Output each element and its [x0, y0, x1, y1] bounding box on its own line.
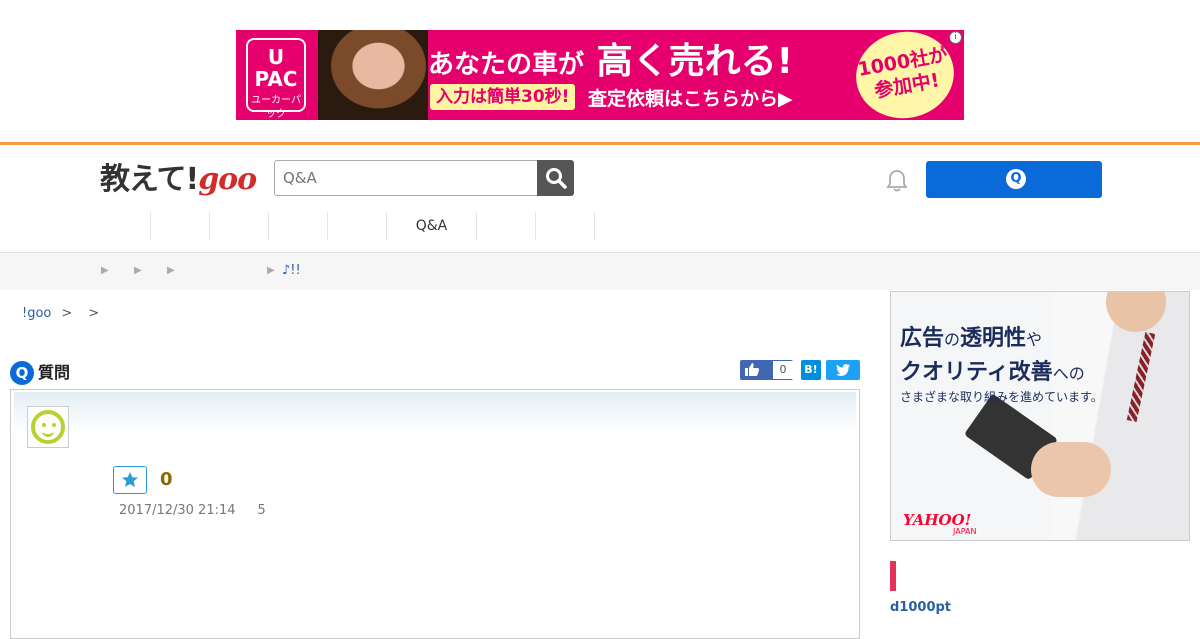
- ad-model-photo: [318, 30, 428, 120]
- favorite-count: 0: [160, 469, 173, 490]
- ad-brand-logo: U PAC ユーカーパック: [246, 38, 306, 120]
- subcategory-bar: ▶ ▶ ▶ ▶ ♪!!: [0, 252, 1200, 290]
- like-count: 0: [773, 361, 793, 379]
- search-input[interactable]: [274, 160, 538, 196]
- chevron-right-icon: ▶: [101, 265, 109, 276]
- ad-line1: 広告の透明性や: [900, 324, 1042, 355]
- question-meta: 2017/12/30 21:14 5: [119, 502, 266, 520]
- ad-line3: さまざまな取り組みを進めています。: [900, 390, 1103, 404]
- question-badge-icon: Q: [10, 361, 34, 385]
- ad-line1-c: 透明性: [960, 326, 1027, 351]
- top-ad-area: U PAC ユーカーパック あなたの車が 高く売れる! 入力は簡単30秒! 査定…: [0, 0, 1200, 142]
- facebook-like-button[interactable]: 0: [740, 360, 793, 380]
- logo-goo: goo: [198, 162, 257, 197]
- thumbs-up-icon: [745, 363, 759, 376]
- question-card-header: [14, 392, 856, 434]
- ad-line2-a: クオリティ改善: [900, 360, 1053, 385]
- sidebar-points-link[interactable]: d1000pt: [890, 599, 951, 617]
- hatena-bookmark-button[interactable]: B!: [801, 360, 821, 380]
- breadcrumb-home-link[interactable]: !goo: [22, 306, 51, 321]
- question-card: 0 2017/12/30 21:14 5: [10, 389, 860, 639]
- breadcrumb: !goo > >: [22, 305, 109, 323]
- question-q-icon: Q: [1006, 169, 1026, 189]
- ad-logo-line3: ユーカーパック: [251, 95, 301, 120]
- ad-hand-image: [1031, 442, 1111, 497]
- ad-headline: あなたの車が 高く売れる!: [428, 40, 793, 87]
- sidebar-ad[interactable]: 広告の透明性や クオリティ改善への さまざまな取り組みを進めています。 YAHO…: [890, 291, 1190, 541]
- ad-headline-main: 高く売れる!: [596, 41, 793, 82]
- ad-brand-logo: YAHOO! JAPAN: [903, 512, 976, 536]
- chevron-right-icon: ▶: [167, 265, 175, 276]
- nav-item-1[interactable]: [92, 212, 151, 240]
- smiley-avatar-icon: [31, 410, 65, 444]
- ad-line1-d: や: [1026, 330, 1043, 349]
- ad-logo-line2: PAC: [254, 67, 298, 91]
- ad-headline-prefix: あなたの車が: [428, 50, 585, 80]
- view-count: 5: [257, 503, 266, 518]
- search-icon: [546, 168, 567, 189]
- ad-line1-b: の: [944, 330, 961, 349]
- ad-subtext: 査定依頼はこちらから▶: [588, 88, 793, 110]
- category-nav: Q&A: [92, 212, 595, 242]
- nav-item-2[interactable]: [151, 212, 210, 240]
- breadcrumb-separator: >: [61, 306, 73, 321]
- ad-line2-b: への: [1052, 364, 1085, 383]
- ask-question-button[interactable]: Q: [926, 161, 1102, 198]
- notification-bell-icon[interactable]: [886, 169, 908, 197]
- ad-person-image: [1051, 292, 1189, 540]
- nav-item-4[interactable]: [269, 212, 328, 240]
- subcategory-link[interactable]: ♪!!: [282, 262, 301, 280]
- chevron-right-icon: ▶: [267, 265, 275, 276]
- logo-text: 教えて!: [100, 162, 199, 197]
- twitter-bird-icon: [836, 364, 850, 376]
- nav-item-7[interactable]: [477, 212, 536, 240]
- sidebar-section-marker: [890, 561, 896, 591]
- breadcrumb-separator: >: [88, 306, 100, 321]
- ad-badge: 入力は簡単30秒!: [430, 84, 576, 110]
- chevron-right-icon: ▶: [134, 265, 142, 276]
- twitter-share-button[interactable]: [826, 360, 860, 380]
- question-heading: 質問: [38, 363, 71, 382]
- nav-item-qa[interactable]: Q&A: [387, 212, 477, 240]
- site-logo[interactable]: 教えて!goo: [100, 160, 257, 200]
- nav-item-5[interactable]: [328, 212, 387, 240]
- site-header: 教えて!goo Q Q&A: [0, 142, 1200, 252]
- star-icon: [122, 472, 138, 487]
- nav-item-3[interactable]: [210, 212, 269, 240]
- favorite-star-button[interactable]: [113, 466, 147, 494]
- search-button[interactable]: [537, 160, 574, 196]
- avatar[interactable]: [27, 406, 69, 448]
- ad-line2: クオリティ改善への: [900, 358, 1085, 389]
- ad-info-icon[interactable]: i: [949, 31, 962, 44]
- top-banner-ad[interactable]: U PAC ユーカーパック あなたの車が 高く売れる! 入力は簡単30秒! 査定…: [236, 30, 964, 120]
- ad-burst-badge: 1000社が 参加中!: [849, 30, 961, 120]
- ad-brand-sub: JAPAN: [953, 527, 977, 536]
- ad-line1-a: 広告: [900, 326, 945, 351]
- question-date: 2017/12/30 21:14: [119, 503, 236, 518]
- nav-item-8[interactable]: [536, 212, 595, 240]
- ad-logo-line1: U: [267, 45, 285, 69]
